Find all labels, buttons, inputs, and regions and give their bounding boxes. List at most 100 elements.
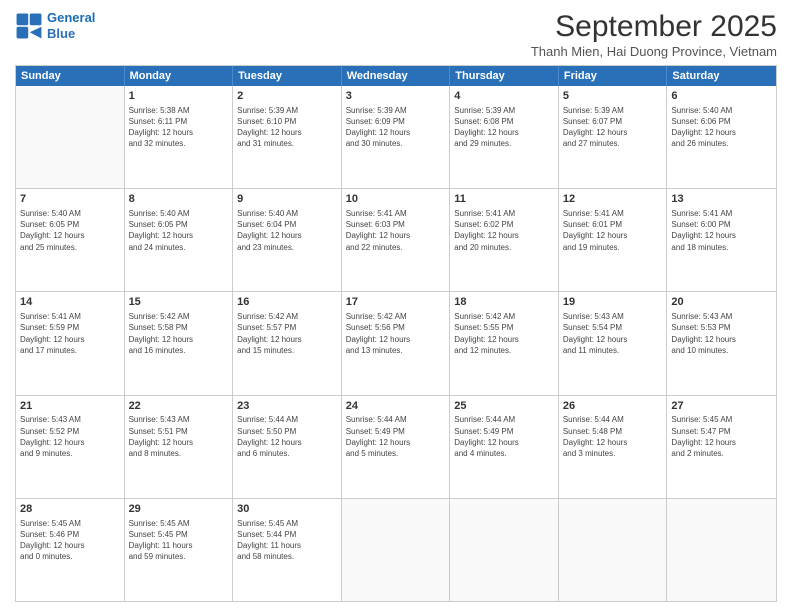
- calendar-cell: 24Sunrise: 5:44 AM Sunset: 5:49 PM Dayli…: [342, 396, 451, 498]
- day-number: 23: [237, 399, 337, 414]
- calendar-cell: 14Sunrise: 5:41 AM Sunset: 5:59 PM Dayli…: [16, 292, 125, 394]
- calendar-cell: 17Sunrise: 5:42 AM Sunset: 5:56 PM Dayli…: [342, 292, 451, 394]
- logo-icon: [15, 12, 43, 40]
- calendar-row-4: 21Sunrise: 5:43 AM Sunset: 5:52 PM Dayli…: [16, 395, 776, 498]
- day-number: 1: [129, 89, 229, 104]
- calendar-cell: 4Sunrise: 5:39 AM Sunset: 6:08 PM Daylig…: [450, 86, 559, 188]
- header-day-monday: Monday: [125, 66, 234, 86]
- day-number: 5: [563, 89, 663, 104]
- day-number: 20: [671, 295, 772, 310]
- header-day-sunday: Sunday: [16, 66, 125, 86]
- day-number: 17: [346, 295, 446, 310]
- calendar-cell: 20Sunrise: 5:43 AM Sunset: 5:53 PM Dayli…: [667, 292, 776, 394]
- calendar-body: 1Sunrise: 5:38 AM Sunset: 6:11 PM Daylig…: [16, 86, 776, 601]
- logo-general: General: [47, 10, 95, 25]
- day-number: 11: [454, 192, 554, 207]
- calendar-cell: 12Sunrise: 5:41 AM Sunset: 6:01 PM Dayli…: [559, 189, 668, 291]
- day-number: 7: [20, 192, 120, 207]
- day-number: 27: [671, 399, 772, 414]
- calendar-page: General Blue September 2025 Thanh Mien, …: [0, 0, 792, 612]
- day-info: Sunrise: 5:45 AM Sunset: 5:46 PM Dayligh…: [20, 518, 120, 563]
- calendar-cell: 11Sunrise: 5:41 AM Sunset: 6:02 PM Dayli…: [450, 189, 559, 291]
- day-number: 9: [237, 192, 337, 207]
- header-day-saturday: Saturday: [667, 66, 776, 86]
- header-day-tuesday: Tuesday: [233, 66, 342, 86]
- day-number: 8: [129, 192, 229, 207]
- day-number: 21: [20, 399, 120, 414]
- day-number: 24: [346, 399, 446, 414]
- logo: General Blue: [15, 10, 95, 41]
- day-info: Sunrise: 5:45 AM Sunset: 5:45 PM Dayligh…: [129, 518, 229, 563]
- day-info: Sunrise: 5:43 AM Sunset: 5:53 PM Dayligh…: [671, 311, 772, 356]
- day-info: Sunrise: 5:41 AM Sunset: 6:00 PM Dayligh…: [671, 208, 772, 253]
- day-number: 10: [346, 192, 446, 207]
- day-number: 13: [671, 192, 772, 207]
- day-info: Sunrise: 5:42 AM Sunset: 5:58 PM Dayligh…: [129, 311, 229, 356]
- calendar-cell: [559, 499, 668, 601]
- day-number: 22: [129, 399, 229, 414]
- day-number: 30: [237, 502, 337, 517]
- title-block: September 2025 Thanh Mien, Hai Duong Pro…: [531, 10, 777, 59]
- day-info: Sunrise: 5:41 AM Sunset: 5:59 PM Dayligh…: [20, 311, 120, 356]
- day-info: Sunrise: 5:42 AM Sunset: 5:56 PM Dayligh…: [346, 311, 446, 356]
- day-info: Sunrise: 5:38 AM Sunset: 6:11 PM Dayligh…: [129, 105, 229, 150]
- day-info: Sunrise: 5:42 AM Sunset: 5:55 PM Dayligh…: [454, 311, 554, 356]
- day-info: Sunrise: 5:39 AM Sunset: 6:10 PM Dayligh…: [237, 105, 337, 150]
- day-info: Sunrise: 5:44 AM Sunset: 5:49 PM Dayligh…: [346, 414, 446, 459]
- calendar-cell: 25Sunrise: 5:44 AM Sunset: 5:49 PM Dayli…: [450, 396, 559, 498]
- day-info: Sunrise: 5:40 AM Sunset: 6:05 PM Dayligh…: [129, 208, 229, 253]
- day-number: 29: [129, 502, 229, 517]
- header-day-friday: Friday: [559, 66, 668, 86]
- calendar-cell: 22Sunrise: 5:43 AM Sunset: 5:51 PM Dayli…: [125, 396, 234, 498]
- calendar-cell: 27Sunrise: 5:45 AM Sunset: 5:47 PM Dayli…: [667, 396, 776, 498]
- calendar-cell: 6Sunrise: 5:40 AM Sunset: 6:06 PM Daylig…: [667, 86, 776, 188]
- day-number: 3: [346, 89, 446, 104]
- logo-blue: Blue: [47, 26, 75, 41]
- calendar-cell: 16Sunrise: 5:42 AM Sunset: 5:57 PM Dayli…: [233, 292, 342, 394]
- calendar-cell: 9Sunrise: 5:40 AM Sunset: 6:04 PM Daylig…: [233, 189, 342, 291]
- month-title: September 2025: [531, 10, 777, 44]
- calendar-cell: 29Sunrise: 5:45 AM Sunset: 5:45 PM Dayli…: [125, 499, 234, 601]
- day-number: 6: [671, 89, 772, 104]
- day-number: 26: [563, 399, 663, 414]
- calendar-row-3: 14Sunrise: 5:41 AM Sunset: 5:59 PM Dayli…: [16, 291, 776, 394]
- day-number: 16: [237, 295, 337, 310]
- day-info: Sunrise: 5:39 AM Sunset: 6:08 PM Dayligh…: [454, 105, 554, 150]
- calendar-cell: 8Sunrise: 5:40 AM Sunset: 6:05 PM Daylig…: [125, 189, 234, 291]
- calendar-cell: 1Sunrise: 5:38 AM Sunset: 6:11 PM Daylig…: [125, 86, 234, 188]
- day-number: 14: [20, 295, 120, 310]
- day-number: 15: [129, 295, 229, 310]
- day-info: Sunrise: 5:43 AM Sunset: 5:52 PM Dayligh…: [20, 414, 120, 459]
- day-info: Sunrise: 5:40 AM Sunset: 6:04 PM Dayligh…: [237, 208, 337, 253]
- calendar-row-1: 1Sunrise: 5:38 AM Sunset: 6:11 PM Daylig…: [16, 86, 776, 188]
- calendar-row-5: 28Sunrise: 5:45 AM Sunset: 5:46 PM Dayli…: [16, 498, 776, 601]
- calendar: SundayMondayTuesdayWednesdayThursdayFrid…: [15, 65, 777, 602]
- page-header: General Blue September 2025 Thanh Mien, …: [15, 10, 777, 59]
- day-info: Sunrise: 5:41 AM Sunset: 6:03 PM Dayligh…: [346, 208, 446, 253]
- calendar-cell: 15Sunrise: 5:42 AM Sunset: 5:58 PM Dayli…: [125, 292, 234, 394]
- calendar-cell: 2Sunrise: 5:39 AM Sunset: 6:10 PM Daylig…: [233, 86, 342, 188]
- calendar-cell: 10Sunrise: 5:41 AM Sunset: 6:03 PM Dayli…: [342, 189, 451, 291]
- header-day-wednesday: Wednesday: [342, 66, 451, 86]
- day-info: Sunrise: 5:43 AM Sunset: 5:54 PM Dayligh…: [563, 311, 663, 356]
- header-day-thursday: Thursday: [450, 66, 559, 86]
- calendar-cell: 30Sunrise: 5:45 AM Sunset: 5:44 PM Dayli…: [233, 499, 342, 601]
- day-number: 12: [563, 192, 663, 207]
- day-number: 2: [237, 89, 337, 104]
- calendar-cell: [450, 499, 559, 601]
- calendar-cell: 23Sunrise: 5:44 AM Sunset: 5:50 PM Dayli…: [233, 396, 342, 498]
- day-info: Sunrise: 5:43 AM Sunset: 5:51 PM Dayligh…: [129, 414, 229, 459]
- calendar-row-2: 7Sunrise: 5:40 AM Sunset: 6:05 PM Daylig…: [16, 188, 776, 291]
- calendar-header: SundayMondayTuesdayWednesdayThursdayFrid…: [16, 66, 776, 86]
- day-info: Sunrise: 5:40 AM Sunset: 6:05 PM Dayligh…: [20, 208, 120, 253]
- day-info: Sunrise: 5:42 AM Sunset: 5:57 PM Dayligh…: [237, 311, 337, 356]
- day-info: Sunrise: 5:40 AM Sunset: 6:06 PM Dayligh…: [671, 105, 772, 150]
- day-info: Sunrise: 5:44 AM Sunset: 5:50 PM Dayligh…: [237, 414, 337, 459]
- day-info: Sunrise: 5:45 AM Sunset: 5:44 PM Dayligh…: [237, 518, 337, 563]
- calendar-cell: 19Sunrise: 5:43 AM Sunset: 5:54 PM Dayli…: [559, 292, 668, 394]
- calendar-cell: [16, 86, 125, 188]
- day-info: Sunrise: 5:44 AM Sunset: 5:49 PM Dayligh…: [454, 414, 554, 459]
- day-number: 19: [563, 295, 663, 310]
- calendar-cell: 3Sunrise: 5:39 AM Sunset: 6:09 PM Daylig…: [342, 86, 451, 188]
- calendar-cell: 18Sunrise: 5:42 AM Sunset: 5:55 PM Dayli…: [450, 292, 559, 394]
